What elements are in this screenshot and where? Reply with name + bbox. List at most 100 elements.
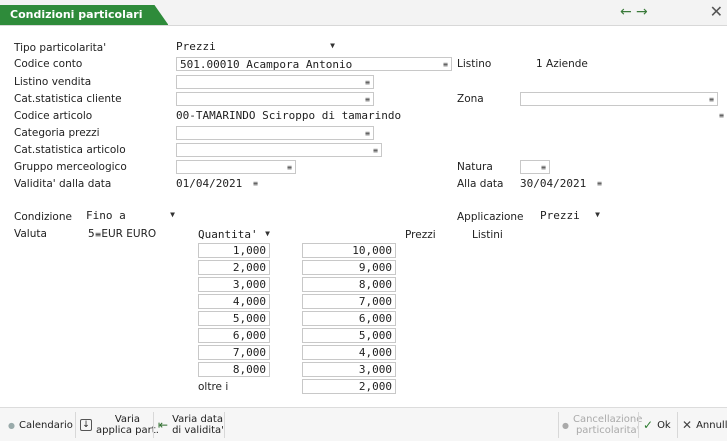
quantita-cell[interactable]: 4,000 xyxy=(198,294,270,309)
prezzo-cell[interactable]: 10,000 xyxy=(302,243,396,258)
quantita-header[interactable]: Quantita' ▼ xyxy=(198,228,270,242)
prezzo-cell[interactable]: 9,000 xyxy=(302,260,396,275)
arrow-right-icon[interactable]: → xyxy=(636,4,648,20)
quantita-header-label: Quantita' xyxy=(198,228,258,241)
alla-data-value: 30/04/2021 xyxy=(520,177,587,190)
prezzi-header: Prezzi xyxy=(405,229,436,241)
applicazione-value: Prezzi xyxy=(540,209,580,222)
condizione-select[interactable]: Fino a ▼ xyxy=(86,209,178,223)
prezzo-cell[interactable]: 4,000 xyxy=(302,345,396,360)
alla-data-field[interactable]: 30/04/2021 ≡ xyxy=(520,177,602,191)
validita-field[interactable]: 01/04/2021 ≡ xyxy=(176,177,258,191)
checkmark-icon: ✓ xyxy=(643,418,654,432)
lookup-icon[interactable]: ≡ xyxy=(443,58,448,70)
lookup-icon[interactable]: ≡ xyxy=(365,93,370,105)
toolbar-divider xyxy=(224,412,225,438)
prezzo-cell[interactable]: 7,000 xyxy=(302,294,396,309)
quantita-cell[interactable]: 7,000 xyxy=(198,345,270,360)
toolbar-divider xyxy=(153,412,154,438)
prezzo-cell[interactable]: 6,000 xyxy=(302,311,396,326)
lookup-icon[interactable]: ≡ xyxy=(287,161,292,173)
ok-label: Ok xyxy=(657,419,671,431)
varia-applica-line1: Varia xyxy=(114,414,141,425)
cat-cliente-field[interactable]: ≡ xyxy=(176,92,374,106)
arrow-left-bar-icon: ⇤ xyxy=(158,418,169,432)
calendario-label: Calendario xyxy=(18,419,73,431)
varia-data-line1: Varia data xyxy=(172,414,223,425)
prezzo-cell[interactable]: 5,000 xyxy=(302,328,396,343)
valuta-value: EUR EURO xyxy=(101,228,157,240)
cat-articolo-field[interactable]: ≡ xyxy=(176,143,382,157)
calendario-button[interactable]: ● Calendario xyxy=(8,408,73,441)
chevron-down-icon: ▼ xyxy=(595,210,600,219)
lookup-icon[interactable]: ≡ xyxy=(719,109,724,122)
zona-label: Zona xyxy=(457,93,484,105)
varia-data-button[interactable]: ⇤ Varia data di validita' xyxy=(158,408,224,441)
gruppo-label: Gruppo merceologico xyxy=(14,161,127,173)
codice-articolo-field[interactable]: 00-TAMARINDO Sciroppo di tamarindo ≡ xyxy=(176,109,724,123)
lookup-icon[interactable]: ≡ xyxy=(541,161,546,173)
toolbar-divider xyxy=(558,412,559,438)
chevron-down-icon: ▼ xyxy=(330,41,335,50)
calendar-lookup-icon[interactable]: ≡ xyxy=(597,177,602,190)
lookup-icon[interactable]: ≡ xyxy=(373,144,378,156)
chevron-down-icon: ▼ xyxy=(170,210,175,219)
bottom-toolbar: ● Calendario ↓ Varia applica part. ⇤ Var… xyxy=(0,407,727,441)
varia-data-line2: di validita' xyxy=(172,425,224,436)
toolbar-divider xyxy=(75,412,76,438)
toolbar-divider xyxy=(638,412,639,438)
categoria-prezzi-field[interactable]: ≡ xyxy=(176,126,374,140)
listino-value: 1 Aziende xyxy=(536,58,588,70)
tipo-select[interactable]: Prezzi ▼ xyxy=(176,40,338,54)
ok-button[interactable]: ✓ Ok xyxy=(643,408,671,441)
bullet-icon: ● xyxy=(8,420,15,430)
prezzo-cell[interactable]: 3,000 xyxy=(302,362,396,377)
close-icon: ✕ xyxy=(682,418,693,432)
tipo-label: Tipo particolarita' xyxy=(14,42,107,54)
validita-value: 01/04/2021 xyxy=(176,177,243,190)
quantita-cell[interactable]: 8,000 xyxy=(198,362,270,377)
natura-field[interactable]: ≡ xyxy=(520,160,550,174)
natura-label: Natura xyxy=(457,161,493,173)
bullet-icon: ● xyxy=(562,420,569,430)
cancellazione-line2: particolarita' xyxy=(575,425,640,436)
lookup-icon[interactable]: ≡ xyxy=(709,93,714,105)
annulla-button[interactable]: ✕ Annull xyxy=(682,408,727,441)
quantita-cell[interactable]: 6,000 xyxy=(198,328,270,343)
condizione-label: Condizione xyxy=(14,211,72,223)
calendar-lookup-icon[interactable]: ≡ xyxy=(253,177,258,190)
prezzo-cell[interactable]: 8,000 xyxy=(302,277,396,292)
codice-articolo-value: 00-TAMARINDO Sciroppo di tamarindo xyxy=(176,109,402,122)
zona-field[interactable]: ≡ xyxy=(520,92,718,106)
cancellazione-button[interactable]: ● Cancellazione particolarita' xyxy=(562,408,642,441)
window-title: Condizioni particolari xyxy=(0,5,168,25)
codice-conto-field[interactable]: 501.00010 Acampora Antonio ≡ xyxy=(176,57,452,71)
valuta-field[interactable]: 5≡EUR EURO xyxy=(86,227,186,241)
quantita-cell[interactable]: 2,000 xyxy=(198,260,270,275)
tipo-value: Prezzi xyxy=(176,40,216,53)
cancellazione-label: Cancellazione particolarita' xyxy=(573,414,642,436)
cat-articolo-label: Cat.statistica articolo xyxy=(14,144,126,156)
alla-data-label: Alla data xyxy=(457,178,504,190)
lookup-icon[interactable]: ≡ xyxy=(365,76,370,88)
arrow-left-icon[interactable]: ← xyxy=(620,4,632,20)
annulla-label: Annull xyxy=(696,419,727,431)
chevron-down-icon: ▼ xyxy=(265,229,270,238)
varia-applica-line2: applica part. xyxy=(96,425,159,436)
quantita-cell[interactable]: 3,000 xyxy=(198,277,270,292)
categoria-prezzi-label: Categoria prezzi xyxy=(14,127,100,139)
varia-applica-button[interactable]: ↓ Varia applica part. xyxy=(80,408,159,441)
toolbar-divider xyxy=(677,412,678,438)
prezzo-oltre-cell[interactable]: 2,000 xyxy=(302,379,396,394)
quantita-cell[interactable]: 5,000 xyxy=(198,311,270,326)
lookup-icon[interactable]: ≡ xyxy=(365,127,370,139)
quantita-cell[interactable]: 1,000 xyxy=(198,243,270,258)
download-icon: ↓ xyxy=(80,419,92,431)
codice-conto-value: 501.00010 Acampora Antonio xyxy=(180,58,353,71)
listino-vendita-field[interactable]: ≡ xyxy=(176,75,374,89)
applicazione-select[interactable]: Prezzi ▼ xyxy=(540,209,600,223)
gruppo-field[interactable]: ≡ xyxy=(176,160,296,174)
valuta-code: 5 xyxy=(88,227,95,240)
condizione-value: Fino a xyxy=(86,209,126,222)
close-icon[interactable]: ✕ xyxy=(710,2,723,21)
